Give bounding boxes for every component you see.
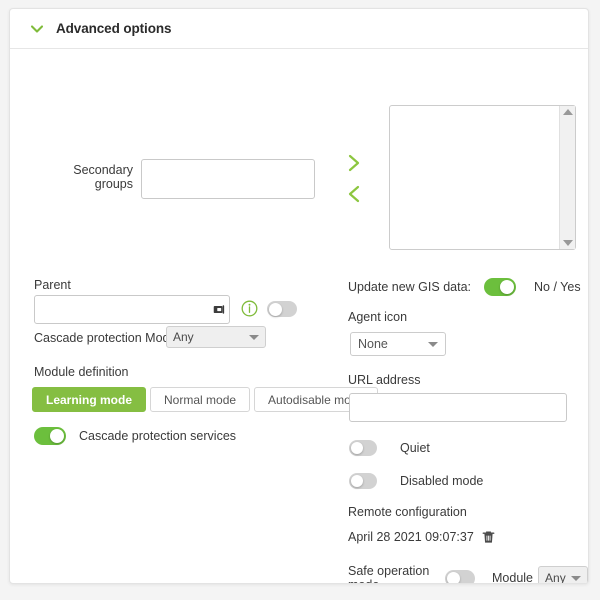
chevron-left-icon[interactable] (341, 180, 367, 208)
caret-down-icon (428, 341, 438, 347)
quiet-row: Quiet (349, 440, 430, 456)
listbox-content[interactable] (390, 106, 559, 249)
remote-configuration-row: April 28 2021 09:07:37 (348, 530, 495, 544)
chevron-right-icon[interactable] (341, 149, 367, 177)
agent-icon-value: None (358, 337, 388, 351)
module-definition-label: Module definition (34, 365, 129, 379)
secondary-groups-input[interactable] (141, 159, 315, 199)
quiet-label: Quiet (400, 441, 430, 455)
url-address-label: URL address (348, 373, 421, 387)
segment-normal-mode[interactable]: Normal mode (150, 387, 251, 412)
parent-label: Parent (34, 278, 71, 292)
chevron-down-icon[interactable] (29, 21, 45, 37)
secondary-groups-listbox[interactable] (389, 105, 576, 250)
copy-icon[interactable] (209, 296, 229, 323)
trash-icon[interactable] (482, 530, 495, 544)
update-gis-data-row: Update new GIS data: No / Yes (348, 278, 581, 296)
url-address-input[interactable] (349, 393, 567, 422)
segment-learning-mode[interactable]: Learning mode (32, 387, 147, 412)
update-gis-data-toggle[interactable] (484, 278, 516, 296)
parent-field-wrapper (34, 295, 230, 324)
agent-icon-select[interactable]: None (350, 332, 446, 356)
cascade-protection-module-select[interactable]: Any (166, 326, 266, 348)
disabled-mode-label: Disabled mode (400, 474, 484, 488)
safe-module-value: Any (545, 571, 566, 584)
caret-down-icon (249, 334, 259, 340)
advanced-options-body: Secondary groups Parent Cascade protecti… (10, 49, 588, 583)
advanced-options-header[interactable]: Advanced options (10, 9, 588, 49)
disabled-mode-row: Disabled mode (349, 473, 483, 489)
agent-icon-label: Agent icon (348, 310, 408, 324)
caret-down-icon (571, 575, 581, 581)
info-icon[interactable] (241, 300, 258, 317)
safe-operation-mode-label: Safe operation mode (348, 564, 430, 583)
safe-operation-mode-toggle[interactable] (445, 569, 476, 583)
remote-configuration-date: April 28 2021 09:07:37 (348, 530, 474, 544)
triangle-up-icon[interactable] (562, 109, 573, 115)
parent-toggle[interactable] (267, 301, 297, 317)
page-title: Advanced options (56, 21, 172, 36)
update-gis-data-values: No / Yes (534, 280, 581, 294)
cascade-protection-services-row: Cascade protection services (34, 427, 236, 445)
triangle-down-icon[interactable] (562, 240, 573, 246)
safe-operation-mode-row: Safe operation mode Module Any (348, 564, 588, 584)
parent-input[interactable] (35, 296, 209, 323)
safe-module-select[interactable]: Any (538, 566, 588, 584)
listbox-scrollbar[interactable] (559, 106, 575, 249)
remote-configuration-label: Remote configuration (348, 505, 467, 519)
update-gis-data-label: Update new GIS data: (348, 280, 471, 294)
safe-module-label: Module (492, 571, 534, 584)
secondary-groups-label: Secondary groups (73, 163, 133, 191)
quiet-toggle[interactable] (349, 440, 377, 456)
disabled-mode-toggle[interactable] (349, 473, 377, 489)
module-definition-segmented-control: Learning mode Normal mode Autodisable mo… (32, 387, 379, 412)
cascade-protection-module-value: Any (173, 330, 194, 344)
cascade-protection-module-label: Cascade protection Module (34, 331, 187, 345)
advanced-options-card: Advanced options Secondary groups Parent (9, 8, 589, 584)
cascade-protection-services-toggle[interactable] (34, 427, 66, 445)
cascade-protection-services-label: Cascade protection services (79, 429, 237, 443)
